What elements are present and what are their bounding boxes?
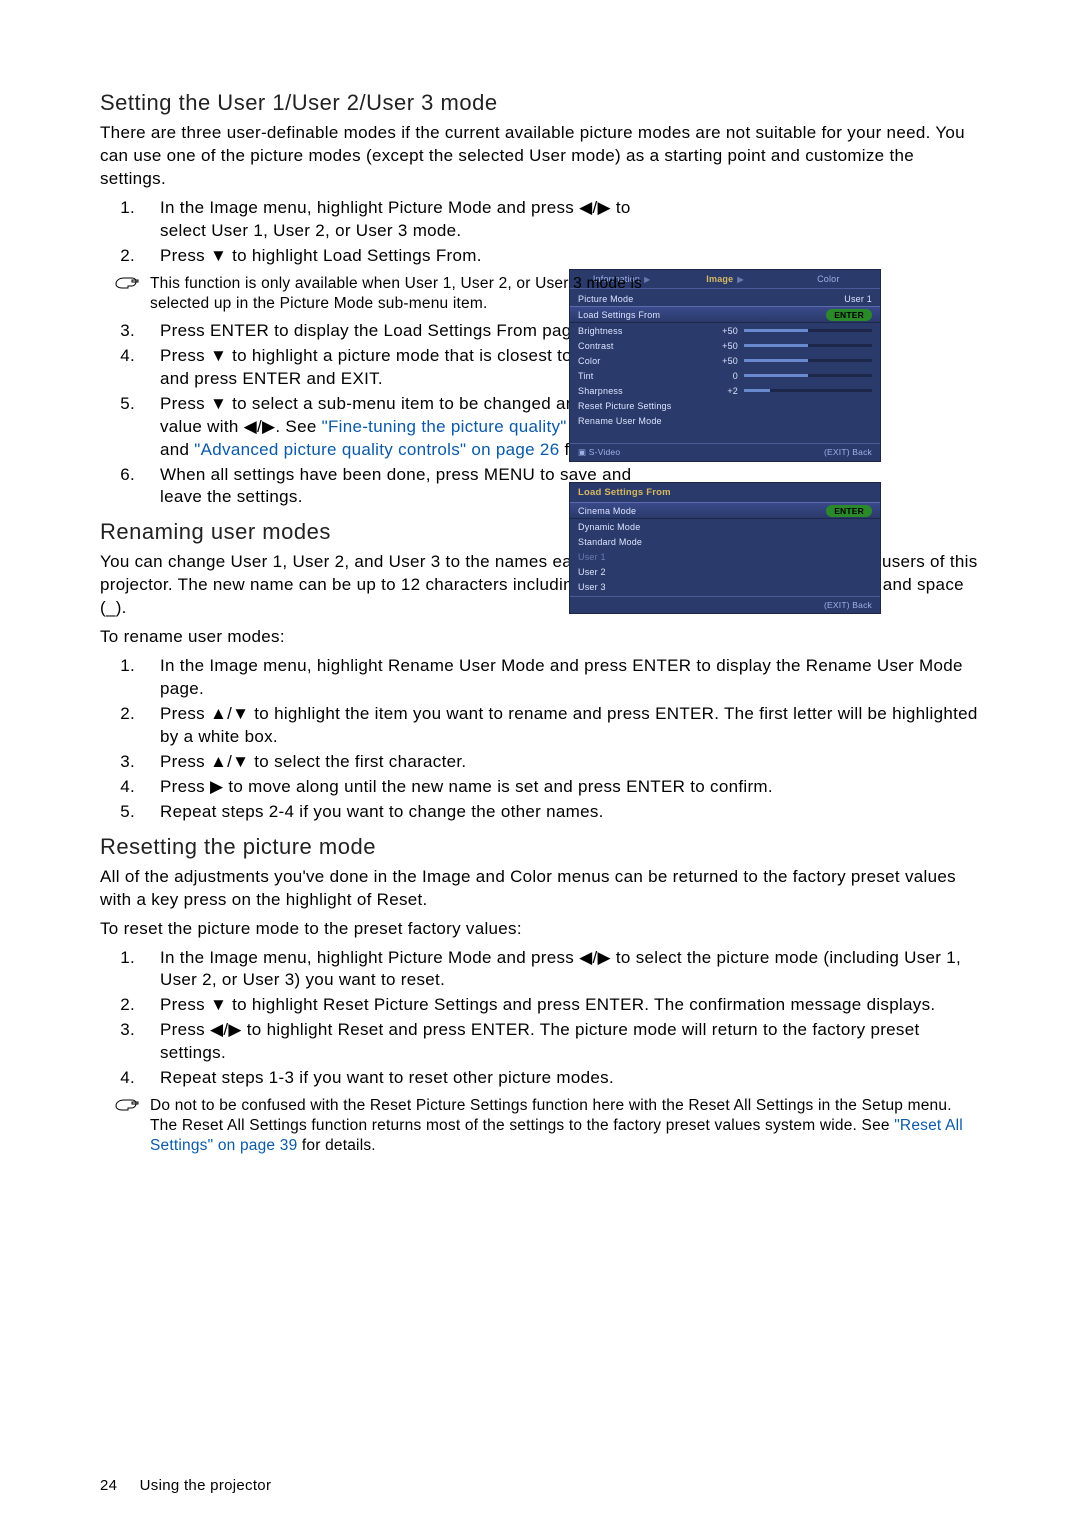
rename-step-4: Press ▶ to move along until the new name… [140, 776, 980, 799]
sharpness-slider [744, 389, 872, 392]
intro-user-modes: There are three user-definable modes if … [100, 122, 980, 191]
osd2-opt-user1: User 1 [578, 552, 698, 562]
osd2-enter-pill: ENTER [826, 505, 872, 517]
heading-user-modes: Setting the User 1/User 2/User 3 mode [100, 90, 980, 116]
osd2-title: Load Settings From [570, 483, 880, 500]
osd-foot-exit: (EXIT) Back [824, 447, 872, 458]
intro-resetting: All of the adjustments you've done in th… [100, 866, 980, 912]
chapter-title: Using the projector [140, 1477, 272, 1494]
osd-stack: Information▶ Image▶ Color Picture ModeUs… [570, 270, 880, 635]
note-user-mode-availability: This function is only available when Use… [150, 274, 680, 314]
osd-row-reset: Reset Picture Settings [578, 401, 698, 411]
reset-step-2: Press ▼ to highlight Reset Picture Setti… [140, 994, 980, 1017]
tint-slider [744, 374, 872, 377]
osd-load-settings-menu: Load Settings From Cinema Mode ENTER Dyna… [570, 483, 880, 613]
osd2-foot-exit: (EXIT) Back [824, 600, 872, 610]
hand-point-icon [112, 272, 142, 292]
osd-row-contrast: Contrast [578, 341, 698, 351]
step-2: Press ▼ to highlight Load Settings From. [140, 245, 670, 268]
rename-step-5: Repeat steps 2-4 if you want to change t… [140, 801, 980, 824]
hand-point-icon [112, 1094, 142, 1114]
brightness-slider [744, 329, 872, 332]
reset-step-4: Repeat steps 1-3 if you want to reset ot… [140, 1067, 980, 1090]
link-advanced-controls[interactable]: "Advanced picture quality controls" on p… [194, 440, 559, 459]
osd-row-sharpness: Sharpness [578, 386, 698, 396]
reset-step-3: Press ◀/▶ to highlight Reset and press E… [140, 1019, 980, 1065]
osd-row-rename: Rename User Mode [578, 416, 698, 426]
osd-row-brightness: Brightness [578, 326, 698, 336]
osd2-opt-user2: User 2 [578, 567, 698, 577]
color-slider [744, 359, 872, 362]
osd-enter-pill: ENTER [826, 309, 872, 321]
osd-foot-source: ▣ S-Video [578, 447, 620, 458]
rename-step-2: Press ▲/▼ to highlight the item you want… [140, 703, 980, 749]
osd2-opt-cinema: Cinema Mode [578, 506, 698, 516]
note-reset-confusion: Do not to be confused with the Reset Pic… [150, 1096, 980, 1156]
osd-tab-color: Color [777, 270, 880, 288]
rename-step-1: In the Image menu, highlight Rename User… [140, 655, 980, 701]
osd2-opt-user3: User 3 [578, 582, 698, 592]
osd-row-tint: Tint [578, 371, 698, 381]
page-footer: 24 Using the projector [100, 1477, 271, 1494]
page-number: 24 [100, 1477, 117, 1494]
osd2-opt-standard: Standard Mode [578, 537, 698, 547]
lead-resetting: To reset the picture mode to the preset … [100, 918, 980, 941]
osd2-opt-dynamic: Dynamic Mode [578, 522, 698, 532]
heading-resetting: Resetting the picture mode [100, 834, 980, 860]
reset-step-1: In the Image menu, highlight Picture Mod… [140, 947, 980, 993]
osd-row-picture-mode-value: User 1 [844, 294, 872, 304]
osd-tab-image: Image▶ [673, 270, 776, 288]
step-1: In the Image menu, highlight Picture Mod… [140, 197, 670, 243]
contrast-slider [744, 344, 872, 347]
rename-step-3: Press ▲/▼ to select the first character. [140, 751, 980, 774]
osd-row-color: Color [578, 356, 698, 366]
